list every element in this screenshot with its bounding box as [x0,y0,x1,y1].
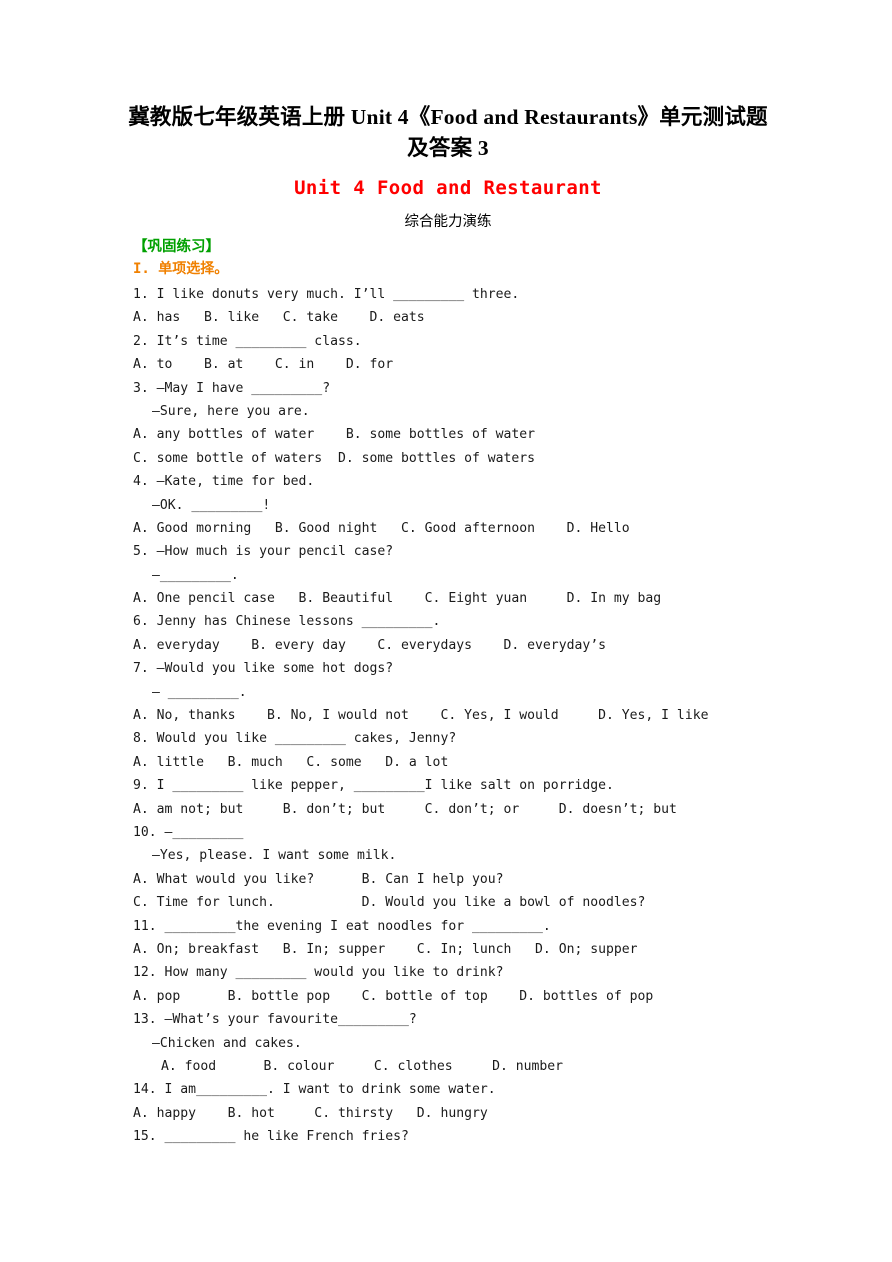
question-line: A. food B. colour C. clothes D. number [161,1058,564,1074]
question-line: A. No, thanks B. No, I would not C. Yes,… [133,708,709,724]
question-line: 3. —May I have _________? [133,380,331,396]
question-body: 1. I like donuts very much. I’ll _______… [133,283,873,1148]
question-line: —_________. [152,567,239,583]
question-line: A. little B. much C. some D. a lot [133,754,449,770]
question-line: 6. Jenny has Chinese lessons _________. [133,614,441,630]
sub-heading: 综合能力演练 [404,214,492,230]
question-line: 15. _________ he like French fries? [133,1129,409,1145]
question-line: 13. —What’s your favourite_________? [133,1012,417,1028]
question-line: 8. Would you like _________ cakes, Jenny… [133,731,457,747]
question-line: A. Good morning B. Good night C. Good af… [133,520,630,536]
question-line: — _________. [152,684,247,700]
question-line: A. On; breakfast B. In; supper C. In; lu… [133,941,638,957]
unit-heading: Unit 4 Food and Restaurant [294,177,602,199]
question-line: —Sure, here you are. [152,403,310,419]
question-line: C. some bottle of waters D. some bottles… [133,450,536,466]
document-title: 冀教版七年级英语上册 Unit 4《Food and Restaurants》单… [118,102,778,164]
question-line: 12. How many _________ would you like to… [133,965,504,981]
question-line: 9. I _________ like pepper, _________I l… [133,778,614,794]
question-line: 14. I am_________. I want to drink some … [133,1082,496,1098]
question-line: A. What would you like? B. Can I help yo… [133,871,504,887]
question-line: —Chicken and cakes. [152,1035,302,1051]
question-line: A. happy B. hot C. thirsty D. hungry [133,1105,488,1121]
question-line: A. everyday B. every day C. everydays D.… [133,637,606,653]
question-line: A. One pencil case B. Beautiful C. Eight… [133,591,662,607]
question-line: C. Time for lunch. D. Would you like a b… [133,895,646,911]
question-line: 7. —Would you like some hot dogs? [133,661,394,677]
practice-section-heading: 【巩固练习】 [133,239,220,255]
question-line: A. am not; but B. don’t; but C. don’t; o… [133,801,677,817]
question-line: 10. —_________ [133,824,244,840]
question-line: —OK. _________! [152,497,271,513]
document-title-line-1: 冀教版七年级英语上册 Unit 4《Food and Restaurants》单… [128,105,768,129]
question-line: A. any bottles of water B. some bottles … [133,427,536,443]
question-line: 1. I like donuts very much. I’ll _______… [133,287,520,302]
question-line: 5. —How much is your pencil case? [133,544,394,560]
document-title-line-2: 及答案 3 [407,136,489,160]
question-line: —Yes, please. I want some milk. [152,848,397,864]
question-line: A. pop B. bottle pop C. bottle of top D.… [133,988,654,1004]
question-line: A. to B. at C. in D. for [133,357,394,373]
question-line: 2. It’s time _________ class. [133,333,362,349]
question-line: 11. _________the evening I eat noodles f… [133,918,551,934]
multiple-choice-section-heading: I. 单项选择。 [133,261,229,277]
question-line: 4. —Kate, time for bed. [133,474,315,490]
document-page: 冀教版七年级英语上册 Unit 4《Food and Restaurants》单… [0,0,892,1262]
question-line: A. has B. like C. take D. eats [133,310,425,326]
